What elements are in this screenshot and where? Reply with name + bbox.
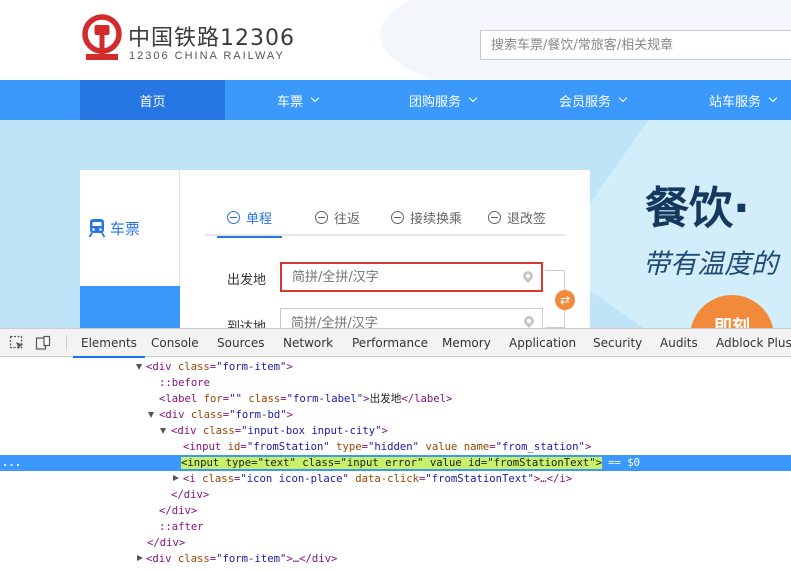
dom-node-line[interactable]: <div class="form-bd"> — [0, 407, 791, 423]
chevron-down-icon — [468, 93, 478, 103]
expand-caret-icon[interactable] — [136, 364, 142, 370]
main-nav: 首页 车票 团购服务 会员服务 站车服务 — [0, 80, 791, 120]
nav-item-label: 会员服务 — [558, 94, 611, 110]
nav-item-label: 车票 — [276, 94, 303, 110]
tab-performance[interactable]: Performance — [352, 329, 428, 357]
dom-pseudo-line[interactable]: ::before — [0, 375, 791, 391]
tab-memory[interactable]: Memory — [442, 329, 491, 357]
nav-item-member-service[interactable]: 会员服务 — [520, 80, 665, 120]
banner-subline: 带有温度的 — [643, 249, 778, 280]
collapse-caret-icon[interactable] — [137, 555, 143, 561]
banner-headline: 餐饮· — [645, 183, 750, 234]
nav-item-group-service[interactable]: 团购服务 — [370, 80, 515, 120]
inspect-element-icon[interactable] — [9, 335, 25, 351]
refund-change-icon — [488, 211, 501, 224]
dom-node-line[interactable]: <div class="form-item">…</div> — [0, 551, 791, 567]
dom-node-line[interactable]: <input id="fromStation" type="hidden" va… — [0, 439, 791, 455]
nav-item-label: 首页 — [139, 94, 166, 110]
expand-caret-icon[interactable] — [148, 412, 154, 418]
tab-label: 单程 — [246, 212, 273, 227]
nav-item-label: 站车服务 — [708, 94, 761, 110]
from-station-field[interactable] — [280, 262, 543, 292]
site-header: 中国铁路12306 12306 CHINA RAILWAY — [0, 0, 791, 80]
train-icon — [88, 219, 106, 238]
toolbar-divider — [66, 335, 67, 351]
chevron-down-icon — [768, 93, 778, 103]
side-tab-tickets[interactable]: 车票 — [80, 170, 180, 286]
dom-close-tag[interactable]: </div> — [0, 535, 791, 551]
dom-close-tag[interactable]: </div> — [0, 503, 791, 519]
tab-network[interactable]: Network — [283, 329, 333, 357]
tab-sources[interactable]: Sources — [217, 329, 264, 357]
expand-caret-icon[interactable] — [160, 428, 166, 434]
from-station-label: 出发地 — [227, 273, 267, 288]
tab-label: 退改签 — [507, 212, 547, 227]
to-station-input[interactable] — [281, 309, 542, 330]
nav-item-tickets[interactable]: 车票 — [225, 80, 370, 120]
dom-tree: <div class="form-item"> ::before <label … — [0, 357, 791, 571]
to-station-field[interactable] — [280, 308, 543, 330]
tab-console[interactable]: Console — [151, 329, 199, 357]
tab-application[interactable]: Application — [509, 329, 576, 357]
tab-audits[interactable]: Audits — [660, 329, 698, 357]
tab-transfer[interactable]: 接续换乘 — [391, 208, 462, 236]
dom-node-line[interactable]: <i class="icon icon-place" data-click="f… — [0, 471, 791, 487]
dom-selected-line[interactable]: ... <input type="text" class="input erro… — [0, 455, 791, 471]
one-way-icon — [227, 211, 240, 224]
railway-logo-icon[interactable] — [80, 14, 124, 62]
trip-type-tabs: 单程 往返 接续换乘 退改签 — [205, 208, 565, 238]
nav-item-home[interactable]: 首页 — [80, 80, 225, 120]
chevron-down-icon — [310, 93, 320, 103]
tab-refund-change[interactable]: 退改签 — [488, 208, 546, 236]
dom-node-line[interactable]: <div class="input-box input-city"> — [0, 423, 791, 439]
search-input[interactable] — [481, 31, 791, 59]
swap-stations-button[interactable]: ⇄ — [555, 290, 575, 310]
dom-node-line[interactable]: <label for="" class="form-label">出发地</la… — [0, 391, 791, 407]
devtools-toolbar: Elements Console Sources Network Perform… — [0, 329, 791, 358]
nav-item-station-service[interactable]: 站车服务 — [670, 80, 791, 120]
selected-node-marker: == $0 — [608, 457, 640, 469]
side-tab-label: 车票 — [110, 220, 141, 238]
dom-close-tag[interactable]: </div> — [0, 487, 791, 503]
node-actions-ellipsis[interactable]: ... — [2, 455, 21, 471]
device-toolbar-icon[interactable] — [35, 335, 51, 351]
tab-elements[interactable]: Elements — [73, 329, 145, 358]
tab-adblock-plus[interactable]: Adblock Plus — [716, 329, 791, 357]
side-tab-next[interactable] — [80, 286, 180, 330]
tab-security[interactable]: Security — [593, 329, 642, 357]
dom-pseudo-line[interactable]: ::after — [0, 519, 791, 535]
tab-label: 往返 — [334, 212, 361, 227]
transfer-icon — [391, 211, 404, 224]
dom-node-line[interactable]: <div class="form-item"> — [0, 359, 791, 375]
site-search[interactable] — [480, 30, 791, 60]
tab-round-trip[interactable]: 往返 — [315, 208, 360, 236]
from-station-input[interactable] — [282, 264, 541, 290]
logo-subtitle: 12306 CHINA RAILWAY — [129, 50, 285, 62]
collapse-caret-icon[interactable] — [173, 475, 179, 481]
devtools-panel: Elements Console Sources Network Perform… — [0, 328, 791, 571]
logo-title: 中国铁路12306 — [128, 26, 295, 51]
chevron-down-icon — [618, 93, 628, 103]
tab-label: 接续换乘 — [410, 212, 463, 227]
nav-item-label: 团购服务 — [408, 94, 461, 110]
tab-one-way[interactable]: 单程 — [216, 208, 283, 238]
round-trip-icon — [315, 211, 328, 224]
ticket-booking-panel: 车票 单程 往返 接续换乘 退改签 出发地 ⇄ 到达地 — [80, 170, 590, 330]
